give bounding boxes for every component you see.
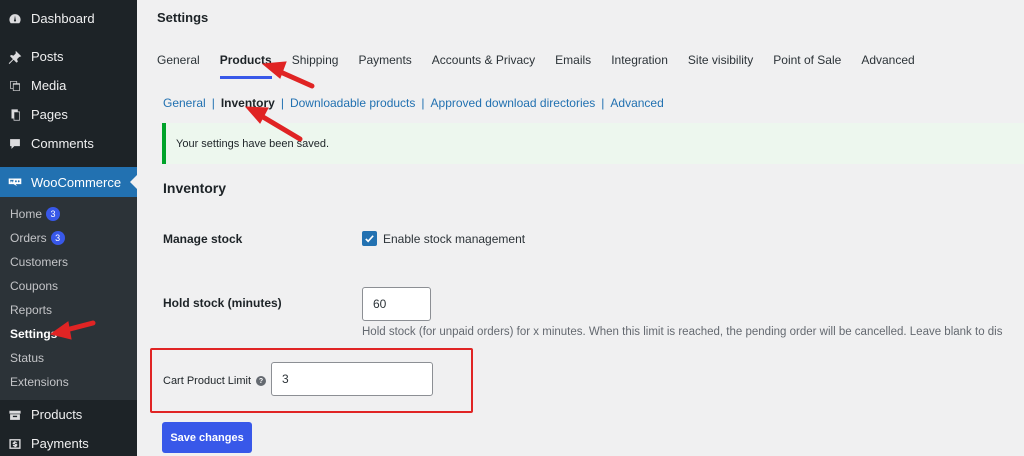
subnav-separator: | [280, 96, 284, 110]
submenu-item-label: Coupons [10, 279, 59, 293]
tab-accounts-privacy[interactable]: Accounts & Privacy [432, 53, 535, 79]
media-icon [8, 79, 22, 93]
tab-advanced[interactable]: Advanced [861, 53, 914, 79]
woocommerce-submenu: Home 3 Orders 3 Customers Coupons Report… [0, 197, 137, 400]
admin-sidebar: Dashboard Posts Media Pages Comments Woo… [0, 0, 137, 456]
submenu-item-orders[interactable]: Orders 3 [10, 229, 65, 247]
count-badge: 3 [50, 231, 65, 245]
subnav-general[interactable]: General [163, 96, 206, 110]
subnav-separator: | [421, 96, 425, 110]
cart-product-limit-label: Cart Product Limit ? [163, 375, 267, 387]
settings-tabs: General Products Shipping Payments Accou… [157, 53, 935, 79]
count-badge: 3 [46, 207, 61, 221]
field-label-text: Cart Product Limit [163, 375, 252, 387]
tab-shipping[interactable]: Shipping [292, 53, 339, 79]
pin-icon [8, 50, 22, 64]
payments-icon [8, 437, 22, 451]
tab-point-of-sale[interactable]: Point of Sale [773, 53, 841, 79]
subnav-separator: | [211, 96, 215, 110]
submenu-item-label: Orders [10, 231, 47, 245]
hold-stock-input[interactable]: 60 [362, 287, 431, 321]
sidebar-item-posts[interactable]: Posts [0, 42, 137, 71]
sidebar-item-label: Media [31, 78, 67, 93]
subnav-separator: | [601, 96, 605, 110]
submenu-item-label: Customers [10, 255, 69, 269]
sidebar-item-label: Posts [31, 49, 64, 64]
hold-stock-label: Hold stock (minutes) [163, 296, 282, 310]
current-menu-caret [130, 175, 137, 189]
submenu-item-settings[interactable]: Settings [10, 325, 57, 343]
woocommerce-icon [8, 175, 22, 189]
settings-main: Settings General Products Shipping Payme… [137, 0, 1024, 456]
subnav-approved-download-directories[interactable]: Approved download directories [431, 96, 596, 110]
sidebar-item-dashboard[interactable]: Dashboard [0, 4, 137, 33]
submenu-item-coupons[interactable]: Coupons [10, 277, 58, 295]
subnav-downloadable-products[interactable]: Downloadable products [290, 96, 415, 110]
enable-stock-checkbox[interactable] [362, 231, 377, 246]
section-subnav: General | Inventory | Downloadable produ… [163, 96, 664, 110]
submenu-item-home[interactable]: Home 3 [10, 205, 61, 223]
sidebar-item-label: Dashboard [31, 11, 95, 26]
sidebar-item-label: Pages [31, 107, 68, 122]
submenu-item-label: Settings [10, 327, 58, 341]
tab-products[interactable]: Products [219, 53, 272, 79]
cart-product-limit-input[interactable]: 3 [271, 362, 433, 396]
subnav-advanced[interactable]: Advanced [610, 96, 663, 110]
sidebar-item-pages[interactable]: Pages [0, 100, 137, 129]
notice-text: Your settings have been saved. [176, 137, 330, 150]
section-title: Inventory [163, 180, 227, 196]
sidebar-item-payments[interactable]: Payments [0, 429, 137, 456]
subnav-inventory[interactable]: Inventory [221, 96, 275, 110]
sidebar-item-woocommerce[interactable]: WooCommerce [0, 167, 137, 197]
submenu-item-label: Reports [10, 303, 53, 317]
submenu-item-customers[interactable]: Customers [10, 253, 68, 271]
sidebar-item-label: Products [31, 407, 83, 422]
checkbox-label[interactable]: Enable stock management [383, 232, 525, 246]
help-icon[interactable]: ? [256, 376, 267, 386]
sidebar-item-media[interactable]: Media [0, 71, 137, 100]
hold-stock-description: Hold stock (for unpaid orders) for x min… [362, 326, 1003, 338]
products-icon [8, 408, 22, 422]
input-value: 3 [282, 372, 289, 386]
dashboard-icon [8, 12, 22, 26]
sidebar-item-label: WooCommerce [31, 174, 122, 190]
submenu-item-label: Extensions [10, 375, 69, 389]
submenu-item-label: Home [10, 207, 43, 221]
input-value: 60 [373, 297, 387, 311]
checkmark-icon [365, 235, 374, 243]
manage-stock-field: Enable stock management [362, 231, 525, 246]
sidebar-item-products[interactable]: Products [0, 400, 137, 429]
save-changes-button[interactable]: Save changes [162, 422, 252, 453]
submenu-item-extensions[interactable]: Extensions [10, 373, 69, 391]
submenu-item-reports[interactable]: Reports [10, 301, 52, 319]
tab-integration[interactable]: Integration [611, 53, 668, 79]
submenu-item-label: Status [10, 351, 45, 365]
tab-site-visibility[interactable]: Site visibility [688, 53, 753, 79]
success-notice: Your settings have been saved. [162, 123, 1024, 164]
sidebar-item-label: Payments [31, 436, 89, 451]
submenu-item-status[interactable]: Status [10, 349, 44, 367]
tab-payments[interactable]: Payments [358, 53, 411, 79]
sidebar-item-label: Comments [31, 136, 94, 151]
pages-icon [8, 108, 22, 122]
tab-general[interactable]: General [157, 53, 200, 79]
manage-stock-label: Manage stock [163, 232, 243, 246]
comments-icon [8, 137, 22, 151]
page-title: Settings [157, 10, 209, 25]
tab-emails[interactable]: Emails [555, 53, 591, 79]
sidebar-item-comments[interactable]: Comments [0, 129, 137, 158]
